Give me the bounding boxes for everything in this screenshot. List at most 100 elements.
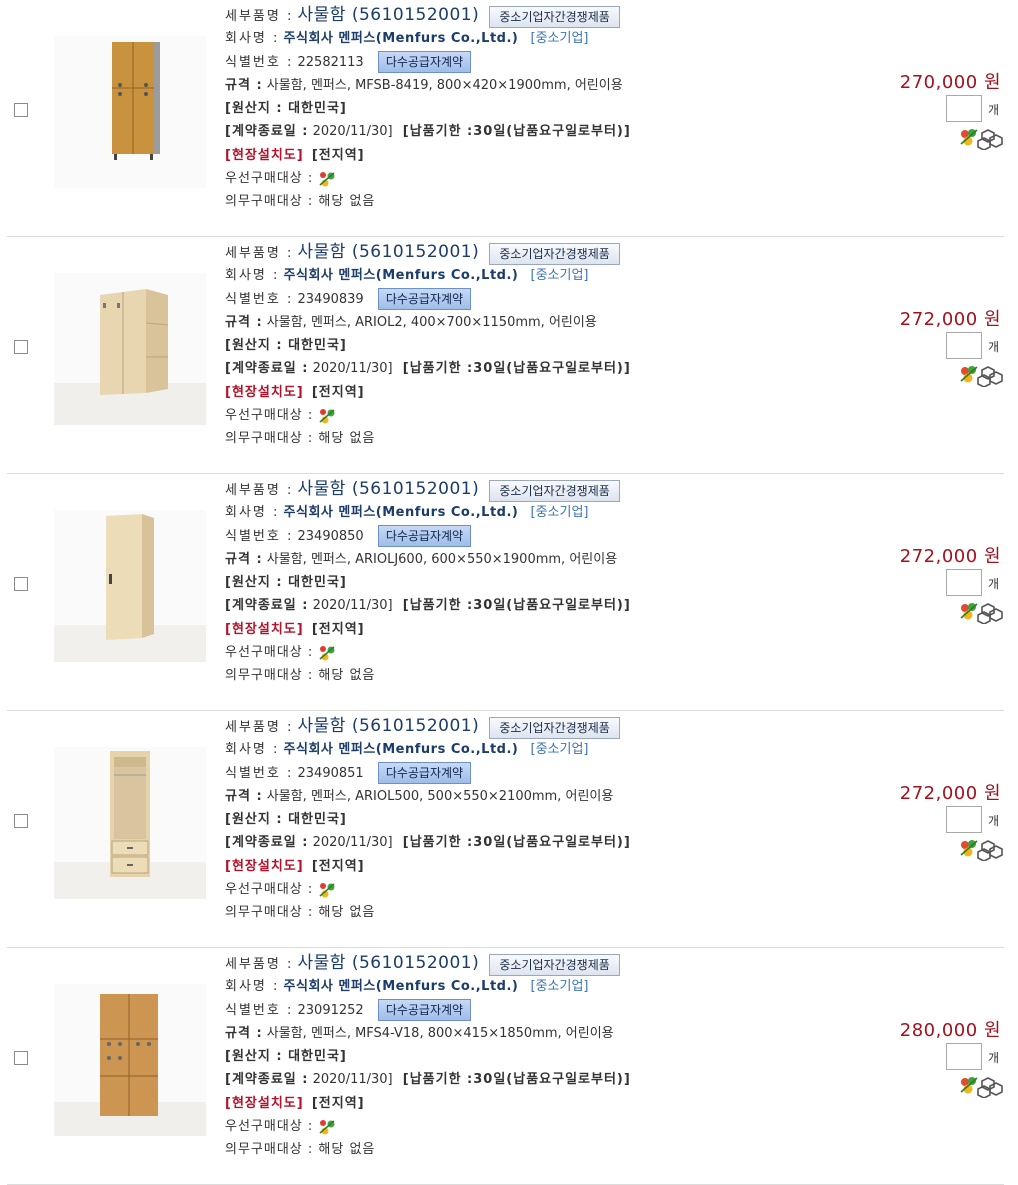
region-text: [전지역]	[311, 147, 365, 163]
compare-icon[interactable]	[977, 366, 1003, 388]
id-value: 23091252	[297, 1002, 364, 1018]
company-link[interactable]: 주식회사 멘퍼스(Menfurs Co.,Ltd.)	[284, 268, 519, 283]
delivery-text: [납품기한 :30일(납품요구일로부터)]	[402, 598, 631, 614]
id-value: 23490839	[297, 291, 364, 307]
cart-icon[interactable]	[960, 603, 978, 620]
select-checkbox[interactable]	[14, 577, 28, 591]
install-badge: [현장설치도]	[225, 384, 304, 400]
select-checkbox[interactable]	[14, 1051, 28, 1065]
spec-label: 규격 :	[225, 551, 263, 567]
contract-end-label: [계약종료일 :	[225, 361, 309, 377]
action-icons	[958, 837, 1004, 862]
cart-icon[interactable]	[960, 366, 978, 383]
product-info: 세부품명 : 사물함 (5610152001) 중소기업자간경쟁제품 회사명 :…	[225, 241, 845, 451]
spec-label: 규격 :	[225, 1025, 263, 1041]
contract-end-value: 2020/11/30]	[312, 598, 393, 614]
spec-label: 규격 :	[225, 77, 263, 93]
company-link[interactable]: 주식회사 멘퍼스(Menfurs Co.,Ltd.)	[284, 979, 519, 994]
product-name-label: 세부품명 :	[225, 720, 294, 735]
product-thumbnail[interactable]	[54, 510, 206, 662]
region-text: [전지역]	[311, 621, 365, 637]
origin-text: [원산지 : 대한민국]	[225, 1049, 347, 1065]
unit-label: 개	[988, 103, 1000, 117]
contract-end-value: 2020/11/30]	[312, 1072, 393, 1088]
product-thumbnail[interactable]	[54, 36, 206, 188]
id-value: 22582113	[297, 54, 364, 70]
id-value: 23490850	[297, 528, 364, 544]
select-checkbox[interactable]	[14, 340, 28, 354]
multi-supplier-badge: 다수공급자계약	[377, 525, 472, 548]
delivery-text: [납품기한 :30일(납품요구일로부터)]	[402, 124, 631, 140]
multi-supplier-badge: 다수공급자계약	[377, 288, 472, 311]
cart-icon[interactable]	[960, 1077, 978, 1094]
product-name-link[interactable]: 사물함 (5610152001)	[298, 953, 480, 973]
contract-end-value: 2020/11/30]	[312, 361, 393, 377]
mandatory-text: 의무구매대상 : 해당 없음	[225, 668, 376, 684]
quantity-input[interactable]	[946, 95, 982, 122]
spec-label: 규격 :	[225, 314, 263, 330]
install-badge: [현장설치도]	[225, 858, 304, 874]
priority-label: 우선구매대상 :	[225, 1119, 314, 1135]
green-mark-icon	[317, 1118, 337, 1136]
product-name-link[interactable]: 사물함 (5610152001)	[298, 479, 480, 499]
multi-supplier-badge: 다수공급자계약	[377, 762, 472, 785]
sme-badge: [중소기업]	[530, 31, 589, 47]
quantity-input[interactable]	[946, 1043, 982, 1070]
multi-supplier-badge: 다수공급자계약	[377, 51, 472, 74]
spec-value: 사물함, 멘퍼스, ARIOL500, 500×550×2100mm, 어린이용	[266, 788, 614, 804]
company-label: 회사명 :	[225, 505, 280, 521]
spec-label: 규격 :	[225, 788, 263, 804]
action-icons	[958, 600, 1004, 625]
product-thumbnail[interactable]	[54, 747, 206, 899]
company-link[interactable]: 주식회사 멘퍼스(Menfurs Co.,Ltd.)	[284, 505, 519, 520]
id-label: 식별번호 :	[225, 528, 294, 544]
product-thumbnail[interactable]	[54, 984, 206, 1136]
sme-badge: [중소기업]	[530, 505, 589, 521]
multi-supplier-badge: 다수공급자계약	[377, 999, 472, 1022]
sme-badge: [중소기업]	[530, 979, 589, 995]
compare-icon[interactable]	[977, 603, 1003, 625]
product-info: 세부품명 : 사물함 (5610152001) 중소기업자간경쟁제품 회사명 :…	[225, 715, 845, 925]
product-name-label: 세부품명 :	[225, 957, 294, 972]
product-name-link[interactable]: 사물함 (5610152001)	[298, 716, 480, 736]
product-name-link[interactable]: 사물함 (5610152001)	[298, 242, 480, 262]
region-text: [전지역]	[311, 384, 365, 400]
unit-label: 개	[988, 340, 1000, 354]
contract-end-value: 2020/11/30]	[312, 124, 393, 140]
product-list: 세부품명 : 사물함 (5610152001) 중소기업자간경쟁제품 회사명 :…	[7, 0, 1004, 1185]
select-checkbox[interactable]	[14, 103, 28, 117]
priority-label: 우선구매대상 :	[225, 408, 314, 424]
spec-value: 사물함, 멘퍼스, ARIOLJ600, 600×550×1900mm, 어린이…	[266, 551, 618, 567]
competition-badge: 중소기업자간경쟁제품	[489, 953, 620, 976]
origin-text: [원산지 : 대한민국]	[225, 812, 347, 828]
company-link[interactable]: 주식회사 멘퍼스(Menfurs Co.,Ltd.)	[284, 31, 519, 46]
priority-label: 우선구매대상 :	[225, 171, 314, 187]
company-link[interactable]: 주식회사 멘퍼스(Menfurs Co.,Ltd.)	[284, 742, 519, 757]
spec-value: 사물함, 멘퍼스, MFS4-V18, 800×415×1850mm, 어린이용	[266, 1025, 614, 1041]
action-icons	[958, 363, 1004, 388]
contract-end-value: 2020/11/30]	[312, 835, 393, 851]
sme-badge: [중소기업]	[530, 742, 589, 758]
compare-icon[interactable]	[977, 129, 1003, 151]
compare-icon[interactable]	[977, 1077, 1003, 1099]
contract-end-label: [계약종료일 :	[225, 835, 309, 851]
compare-icon[interactable]	[977, 840, 1003, 862]
id-label: 식별번호 :	[225, 765, 294, 781]
product-row: 세부품명 : 사물함 (5610152001) 중소기업자간경쟁제품 회사명 :…	[7, 711, 1004, 948]
cart-icon[interactable]	[960, 840, 978, 857]
quantity-input[interactable]	[946, 806, 982, 833]
product-name-link[interactable]: 사물함 (5610152001)	[298, 5, 480, 25]
origin-text: [원산지 : 대한민국]	[225, 338, 347, 354]
product-thumbnail[interactable]	[54, 273, 206, 425]
priority-label: 우선구매대상 :	[225, 645, 314, 661]
company-label: 회사명 :	[225, 268, 280, 284]
quantity-input[interactable]	[946, 569, 982, 596]
delivery-text: [납품기한 :30일(납품요구일로부터)]	[402, 835, 631, 851]
select-checkbox[interactable]	[14, 814, 28, 828]
unit-label: 개	[988, 814, 1000, 828]
quantity-input[interactable]	[946, 332, 982, 359]
product-name-label: 세부품명 :	[225, 9, 294, 24]
spec-value: 사물함, 멘퍼스, ARIOL2, 400×700×1150mm, 어린이용	[266, 314, 597, 330]
cart-icon[interactable]	[960, 129, 978, 146]
id-label: 식별번호 :	[225, 54, 294, 70]
